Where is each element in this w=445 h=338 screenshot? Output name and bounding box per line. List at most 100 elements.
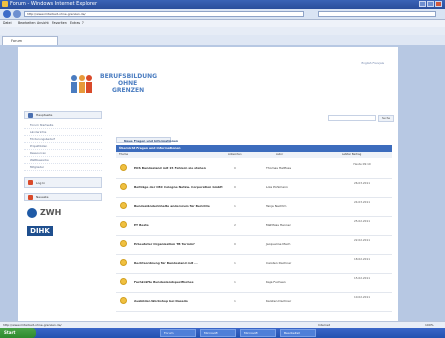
news-button[interactable]: Neueste — [24, 193, 102, 201]
topic-last-post: Heute 09:10 — [353, 162, 371, 166]
status-zoom[interactable]: 100% — [425, 323, 434, 327]
topic-replies: 1 — [234, 204, 236, 208]
topic-title[interactable]: Beiträge der CBC Cologne Netzw. Corporat… — [134, 185, 223, 189]
topic-author[interactable]: Lola Pohlmann — [266, 185, 288, 189]
topic-author[interactable]: Thomas Haltfuss — [266, 166, 291, 170]
search-input[interactable] — [318, 11, 436, 17]
topic-icon — [120, 297, 127, 304]
topic-row[interactable]: Ausbilder-Workshop bei Dasaiio 1 Karsten D… — [116, 292, 392, 312]
taskbar-item[interactable]: Microsoft — [200, 329, 236, 337]
ie-icon — [2, 1, 8, 7]
topic-author[interactable]: Tanja Nachtm — [266, 204, 286, 208]
url-input[interactable]: http://www.mitarbeit-ohne-grenzen.de/ — [24, 11, 304, 17]
topic-row[interactable]: Erbeuteter Organisation TB Termin? 0 Jacqu… — [116, 235, 392, 255]
window-title: Forum - Windows Internet Explorer — [10, 1, 98, 7]
login-button[interactable]: Log In — [24, 177, 102, 188]
topic-icon — [120, 259, 127, 266]
taskbar: Start Forum Microsoft Microsoft Bearbeit… — [0, 328, 445, 338]
home-icon — [28, 113, 33, 118]
topic-title[interactable]: Ausbilder-Workshop bei Dasaiio — [134, 299, 188, 303]
status-url: http://www.mitarbeit-ohne-grenzen.de/ — [3, 323, 62, 327]
taskbar-item[interactable]: Bearbeitet — [280, 329, 316, 337]
topic-last-post: 25.02.2011 — [353, 219, 370, 223]
menu-favorites[interactable]: Favoriten — [52, 21, 67, 25]
sidebar-link[interactable]: Forum Startseite — [24, 122, 102, 129]
menu-edit[interactable]: Bearbeiten — [18, 21, 36, 25]
language-links[interactable]: English Français — [361, 61, 384, 65]
topic-icon — [120, 221, 127, 228]
topic-replies: 0 — [234, 242, 236, 246]
topic-replies: 0 — [234, 185, 236, 189]
topic-icon — [120, 240, 127, 247]
topic-row[interactable]: ET Beste 2 Matthias Henner 25.02.2011 — [116, 216, 392, 236]
sidebar-link[interactable]: Wettbewerbe — [24, 157, 102, 164]
topic-icon — [120, 278, 127, 285]
close-button[interactable] — [435, 1, 442, 7]
zwh-logo: ZWH — [24, 207, 102, 221]
sidebar: Hauptseite Forum Startseite Länderinfos … — [24, 111, 102, 239]
topic-row[interactable]: Fachkräfte Bundeslandspezifisches 1 Kaja F… — [116, 273, 392, 293]
col-replies: Antworten — [228, 153, 242, 156]
topic-author[interactable]: Karsten Dachner — [266, 299, 291, 303]
topic-author[interactable]: Kaja Fuchsen — [266, 280, 286, 284]
topic-row[interactable]: Beiträge der CBC Cologne Netzw. Corporat… — [116, 178, 392, 198]
topic-row[interactable]: EOS Bundesland mit 15 Fehlern sie stehen… — [116, 159, 392, 179]
sidebar-button-home[interactable]: Hauptseite — [24, 111, 102, 119]
url-text: http://www.mitarbeit-ohne-grenzen.de/ — [27, 12, 86, 16]
topic-icon — [120, 202, 127, 209]
forum-search-button[interactable]: Suche — [378, 115, 394, 122]
topic-title[interactable]: EOS Bundesland mit 15 Fehlern sie stehen — [134, 166, 206, 170]
tab-forum[interactable]: Forum — [2, 36, 58, 45]
topic-replies: 1 — [234, 261, 236, 265]
topic-last-post: 24.03.2011 — [353, 200, 370, 204]
forward-icon[interactable] — [13, 10, 21, 18]
topic-replies: 2 — [234, 223, 236, 227]
brand-line-1: BERUFSBILDUNG — [100, 73, 158, 80]
menu-tools[interactable]: Extras — [70, 21, 80, 25]
topic-replies: 1 — [234, 280, 236, 284]
login-label: Log In — [36, 181, 46, 185]
topic-author[interactable]: Jacqueline Mach — [266, 242, 290, 246]
topic-title[interactable]: ET Beste — [134, 223, 149, 227]
topic-last-post: 15.02.2011 — [353, 276, 370, 280]
menu-file[interactable]: Datei — [3, 21, 12, 25]
menu-help[interactable]: ? — [82, 21, 84, 25]
topic-title[interactable]: Bundesländerinhalte andersrum für Berich… — [134, 204, 210, 208]
taskbar-item[interactable]: Microsoft — [240, 329, 276, 337]
sidebar-button-label: Hauptseite — [36, 113, 53, 117]
topic-title[interactable]: Fachkräfte Bundeslandspezifisches — [134, 280, 193, 284]
sidebar-link[interactable]: Projektlisten — [24, 143, 102, 150]
topic-title[interactable]: Erbeuteter Organisation TB Termin? — [134, 242, 195, 246]
minimize-button[interactable] — [419, 1, 426, 7]
col-last-post: Letzter Beitrag — [342, 153, 362, 156]
topic-replies: 0 — [234, 166, 236, 170]
status-zone: Internet — [318, 323, 330, 327]
menu-view[interactable]: Ansicht — [37, 21, 49, 25]
sidebar-link[interactable]: Ressourcen — [24, 150, 102, 157]
sidebar-link[interactable]: Förderungsbedarf — [24, 136, 102, 143]
page-content: English Français BERUFSBILDUNG OHNE GREN… — [18, 47, 398, 321]
sidebar-link[interactable]: Mitglieder — [24, 164, 102, 171]
start-button[interactable]: Start — [0, 328, 36, 338]
section-title: Neue Fragen und Informationen — [116, 137, 178, 143]
back-icon[interactable] — [3, 10, 11, 18]
taskbar-item[interactable]: Forum — [160, 329, 196, 337]
topic-row[interactable]: Bundesländerinhalte andersrum für Berich… — [116, 197, 392, 217]
topic-last-post: 22.02.2011 — [353, 238, 370, 242]
dihk-logo: DIHK — [24, 225, 102, 239]
zwh-text: ZWH — [40, 208, 62, 217]
sidebar-link[interactable]: Länderinfos — [24, 129, 102, 136]
col-topic: Thema — [119, 153, 128, 156]
topic-icon — [120, 164, 127, 171]
maximize-button[interactable] — [427, 1, 434, 7]
page-viewport: English Français BERUFSBILDUNG OHNE GREN… — [0, 45, 445, 321]
topic-row[interactable]: Rechtsordnung für Bundesland mit ... 1 Car… — [116, 254, 392, 274]
topic-title[interactable]: Rechtsordnung für Bundesland mit ... — [134, 261, 198, 265]
topic-author[interactable]: Matthias Henner — [266, 223, 291, 227]
topic-author[interactable]: Carsten Dachner — [266, 261, 291, 265]
window-titlebar: Forum - Windows Internet Explorer — [0, 0, 445, 9]
address-bar: http://www.mitarbeit-ohne-grenzen.de/ — [0, 9, 445, 20]
forum-search-input[interactable] — [328, 115, 376, 121]
news-label: Neueste — [36, 195, 49, 199]
topic-replies: 1 — [234, 299, 236, 303]
